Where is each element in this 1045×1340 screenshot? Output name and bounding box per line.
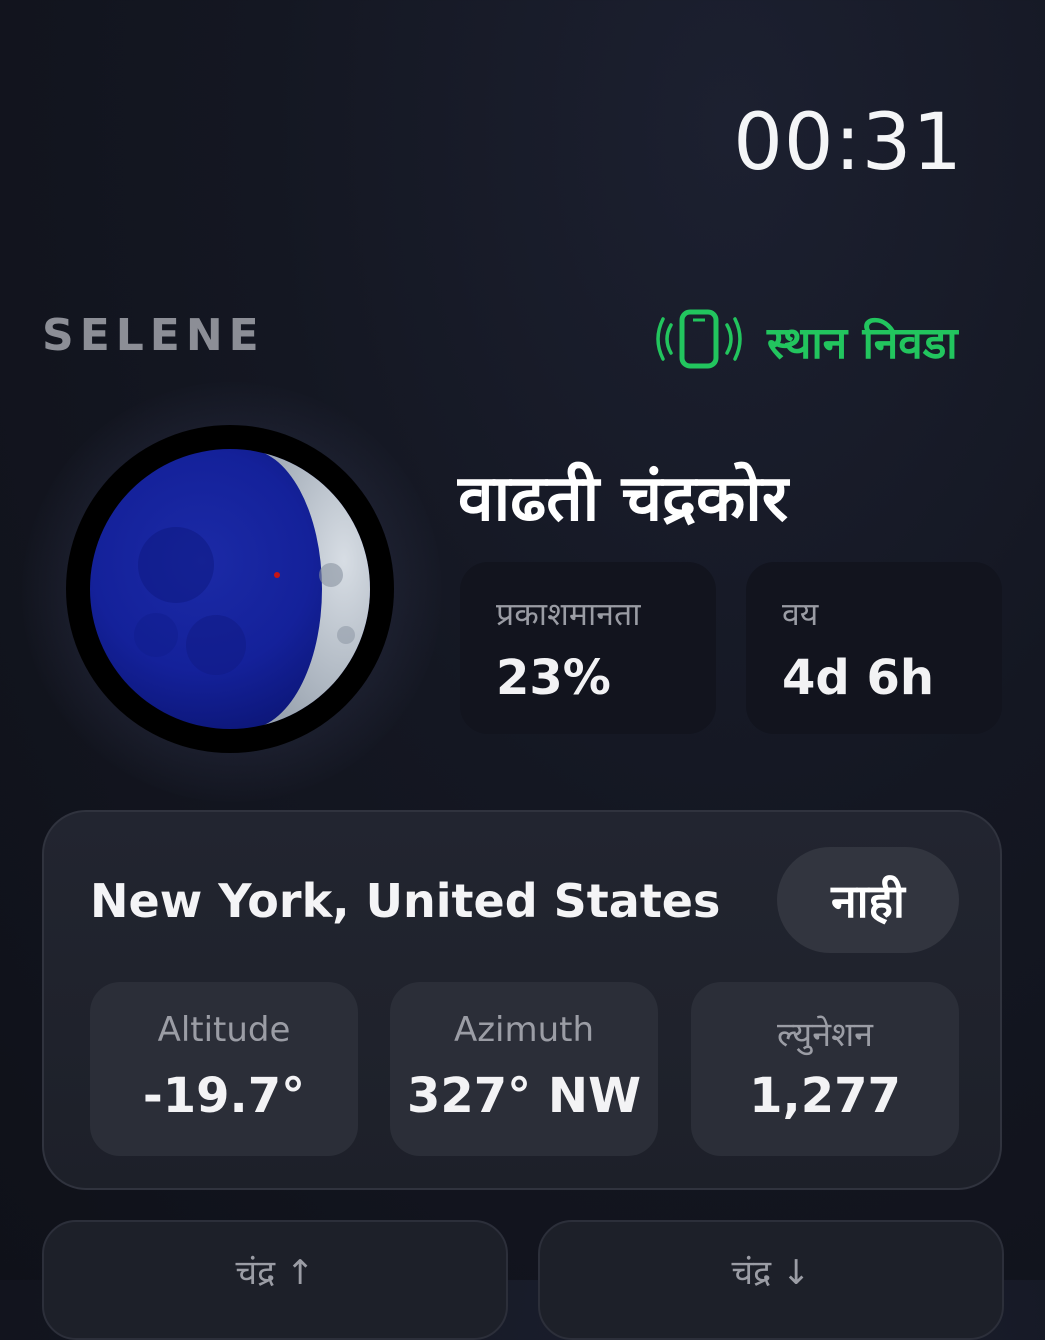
azimuth-value: 327° NW (406, 1068, 642, 1124)
phase-name: वाढती चंद्रकोर (458, 462, 789, 536)
altitude-value: -19.7° (142, 1068, 306, 1124)
location-panel: New York, United States नाही Altitude -1… (42, 810, 1002, 1190)
toggle-pill-button[interactable]: नाही (777, 847, 959, 953)
age-value: 4d 6h (782, 650, 935, 706)
choose-location-button[interactable]: स्थान निवडा (655, 308, 958, 374)
age-label: वय (782, 595, 819, 633)
azimuth-label: Azimuth (453, 1010, 595, 1050)
moonrise-card: चंद्र ↑ (42, 1220, 508, 1340)
phone-signal-icon (655, 308, 743, 374)
illumination-value: 23% (496, 650, 611, 706)
app-brand: SELENE (42, 310, 265, 361)
clock: 00:31 (733, 98, 963, 188)
location-name: New York, United States (90, 874, 721, 928)
illumination-card: प्रकाशमानता 23% (460, 562, 716, 734)
altitude-card: Altitude -19.7° (90, 982, 358, 1156)
lunation-card: ल्युनेशन 1,277 (691, 982, 959, 1156)
moonset-label: चंद्र ↓ (731, 1253, 811, 1293)
lunation-label: ल्युनेशन (776, 1015, 874, 1055)
age-card: वय 4d 6h (746, 562, 1002, 734)
illumination-label: प्रकाशमानता (496, 595, 641, 633)
altitude-label: Altitude (157, 1010, 291, 1050)
choose-location-label: स्थान निवडा (767, 318, 958, 369)
azimuth-card: Azimuth 327° NW (390, 982, 658, 1156)
moonset-card: चंद्र ↓ (538, 1220, 1004, 1340)
lunation-value: 1,277 (749, 1068, 901, 1124)
moon-phase-image (66, 425, 394, 753)
moonrise-label: चंद्र ↑ (235, 1253, 315, 1293)
